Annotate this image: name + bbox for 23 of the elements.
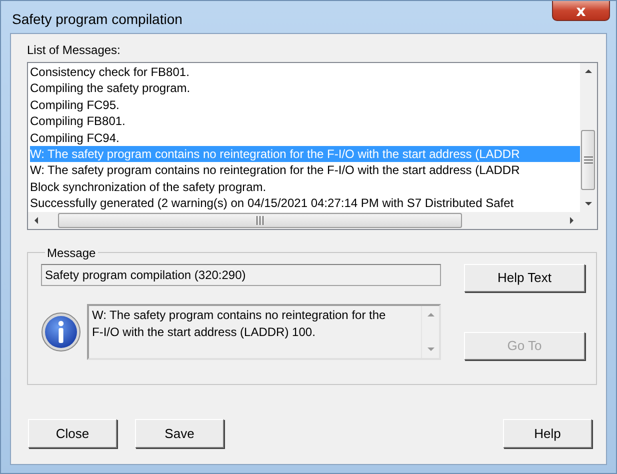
horizontal-scrollbar[interactable] bbox=[28, 212, 597, 229]
message-row[interactable]: Block synchronization of the safety program. bbox=[30, 178, 580, 196]
message-row[interactable]: Compiling FB801. bbox=[30, 113, 580, 130]
dialog-button[interactable]: Help bbox=[503, 419, 592, 448]
list-label: List of Messages: bbox=[27, 43, 122, 57]
message-row[interactable]: Compiling FC94. bbox=[30, 130, 580, 146]
message-row[interactable]: Consistency check for FB801. bbox=[30, 64, 580, 80]
window-close-button[interactable]: x bbox=[552, 1, 610, 21]
dialog-button[interactable]: Close bbox=[28, 419, 117, 448]
grip-icon bbox=[256, 216, 264, 225]
dialog-button[interactable]: Save bbox=[135, 419, 224, 448]
window-title: Safety program compilation bbox=[11, 10, 182, 26]
message-row[interactable]: W: The safety program contains no reintegration for the F-I/O with the start address (LADDR bbox=[30, 162, 580, 179]
help-text-button[interactable]: Help Text bbox=[464, 264, 585, 292]
vertical-scrollbar[interactable] bbox=[580, 63, 597, 212]
info-icon bbox=[41, 312, 81, 352]
grip-icon bbox=[584, 156, 592, 164]
message-row[interactable]: Compiling the safety program. bbox=[30, 80, 580, 97]
message-text: W: The safety program contains no reintegration for the F-I/O with the start address (LADDR) 100. bbox=[91, 306, 387, 341]
group-legend: Message bbox=[45, 246, 98, 260]
source-field: Safety program compilation (320:290) bbox=[41, 264, 441, 286]
message-row[interactable]: Compiling FC95. bbox=[30, 96, 580, 114]
message-row[interactable]: Successfully generated (2 warning(s) on 04/15/2021 04:27:14 PM with S7 Distributed Safet bbox=[30, 195, 580, 212]
